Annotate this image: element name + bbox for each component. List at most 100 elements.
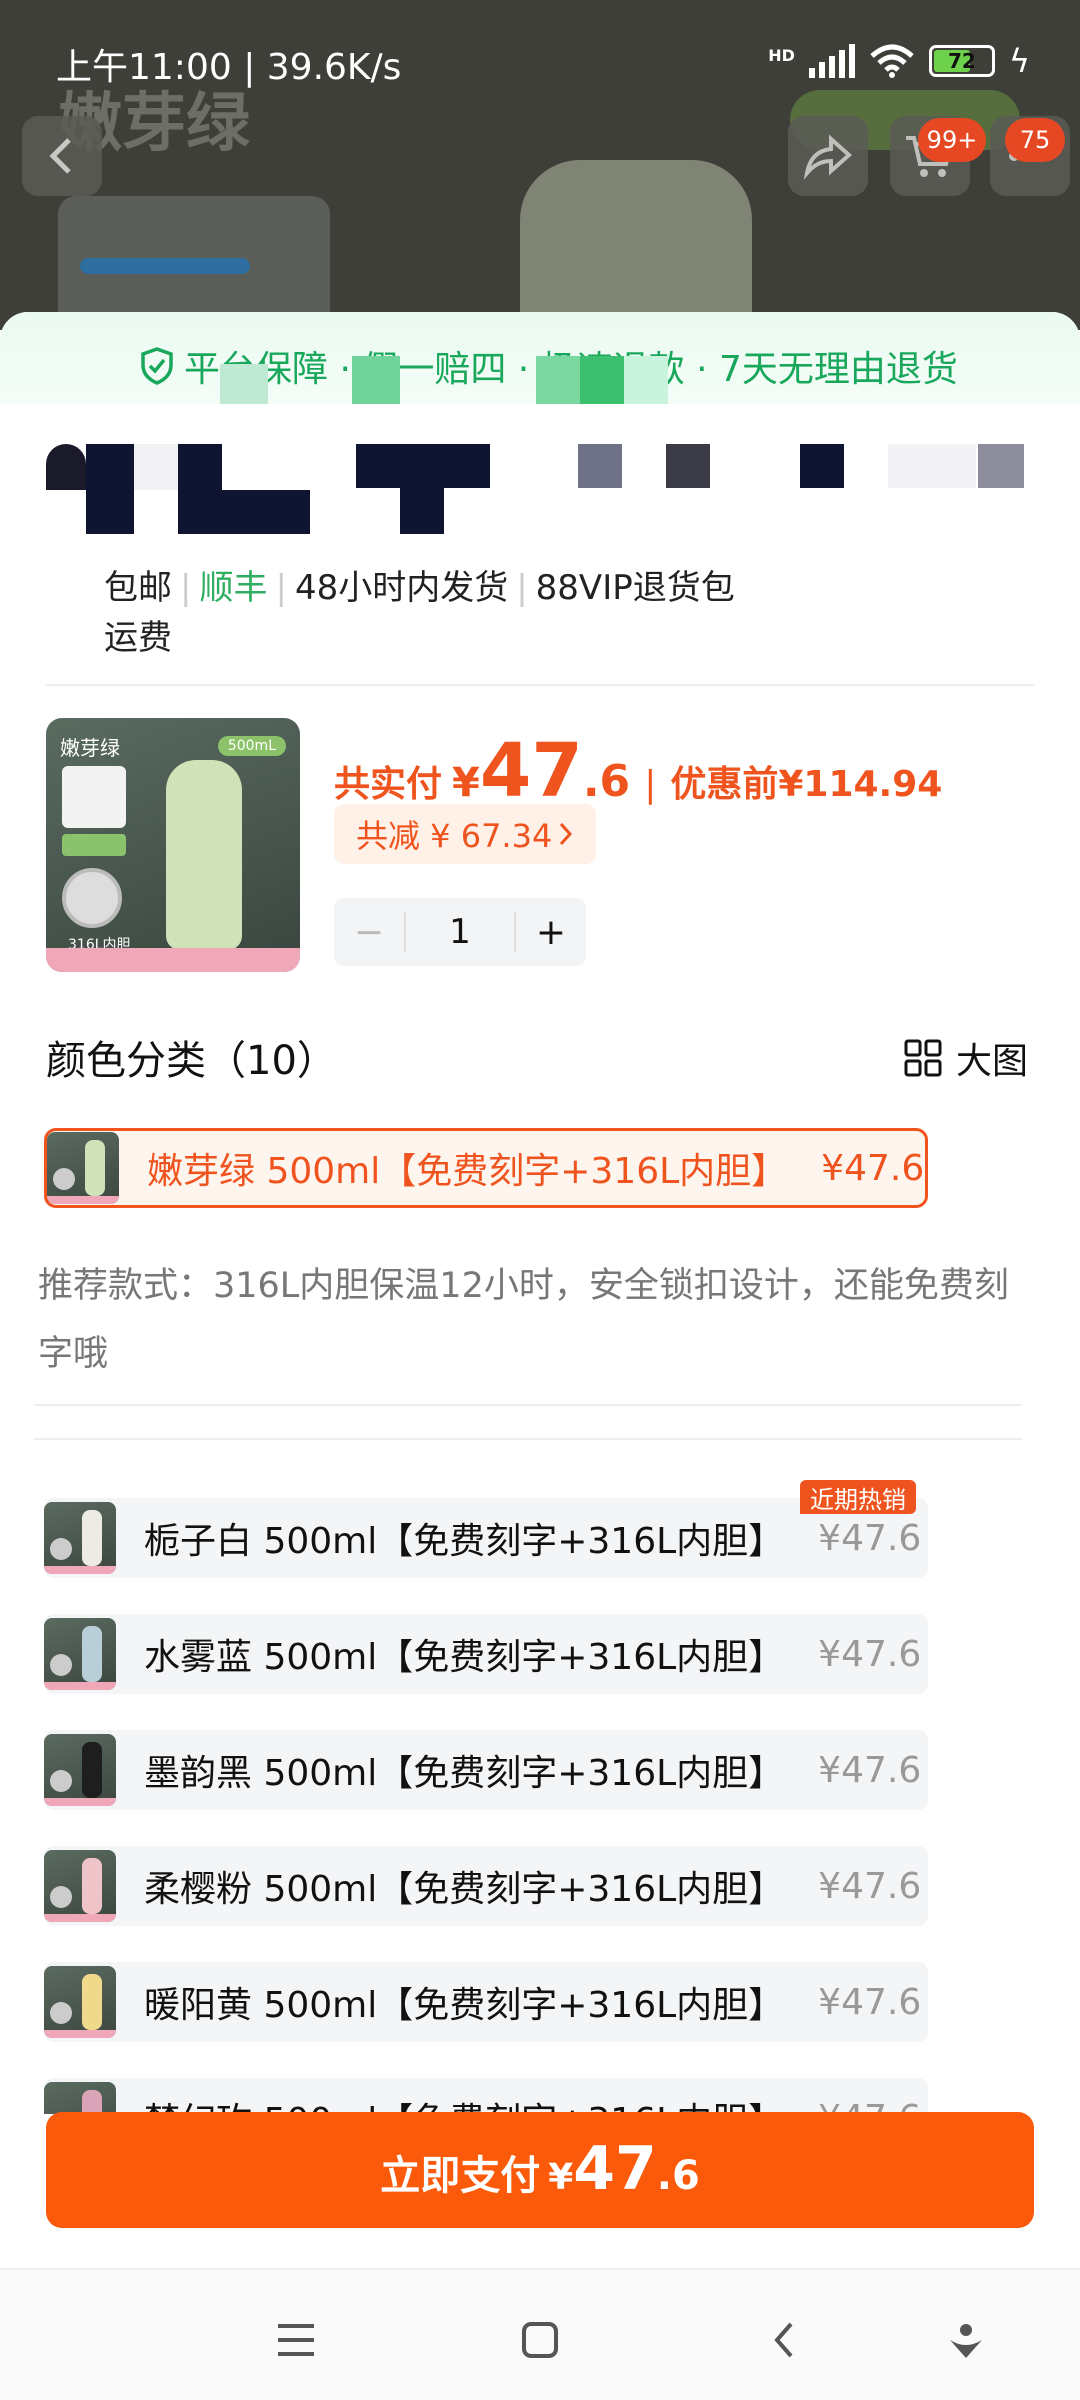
variant-thumbnail: [44, 1618, 116, 1690]
product-image[interactable]: 嫩芽绿 500mL 316L内胆: [46, 718, 300, 972]
sku-selector-sheet: 平台保障 · 假一赔四 · 极速退款 · 7天无理由退货: [0, 312, 1080, 2272]
vip-return-label-continued: 运费: [104, 618, 172, 658]
actual-pay-decimal: .6: [582, 756, 631, 807]
before-discount-label: 优惠前: [670, 764, 779, 805]
divider: [46, 684, 1034, 686]
assistant-button[interactable]: [938, 2314, 994, 2366]
color-category-title: 颜色分类（10）: [46, 1038, 337, 1084]
variant-name: 墨韵黑 500ml【免费刻字+316L内胆】: [144, 1753, 785, 1794]
variant-thumbnail: [44, 1966, 116, 2038]
variant-option[interactable]: 栀子白 500ml【免费刻字+316L内胆】 ¥47.6 近期热销: [44, 1480, 928, 1578]
product-image-accessory-label: [62, 834, 126, 856]
ship-48h-label: 48小时内发货: [294, 568, 509, 608]
product-image-bottle: [166, 760, 242, 950]
big-image-toggle[interactable]: 大图: [904, 1032, 1028, 1084]
variant-thumbnail: [44, 1850, 116, 1922]
wifi-icon: [870, 44, 914, 78]
price-separator: |: [644, 764, 657, 805]
selected-variant-option[interactable]: 嫩芽绿 500ml【免费刻字+316L内胆】 ¥47.6: [44, 1128, 928, 1208]
background-bottle-cap-image: [520, 160, 752, 330]
menu-icon: [278, 2324, 314, 2356]
divider: [34, 1438, 1022, 1440]
charging-icon: ϟ: [1008, 42, 1030, 80]
shield-check-icon: [141, 347, 173, 385]
free-shipping-label: 包邮: [104, 568, 172, 608]
chevron-left-icon: [49, 138, 71, 174]
variant-name: 梦幻玫 500ml【免费刻字+316L内胆】: [144, 2092, 784, 2114]
home-square-icon: [522, 2322, 558, 2358]
back-button[interactable]: [22, 116, 102, 196]
shunfeng-label: 顺丰: [199, 568, 268, 608]
variant-bottle: [82, 1858, 102, 1914]
share-button[interactable]: [788, 116, 868, 196]
big-image-label: 大图: [956, 1041, 1029, 1082]
pay-now-button[interactable]: 立即支付 ¥ 47 .6: [46, 2112, 1034, 2228]
variant-price: ¥47.6: [818, 1633, 922, 1675]
variant-option[interactable]: 墨韵黑 500ml【免费刻字+316L内胆】 ¥47.6: [44, 1730, 928, 1810]
variant-thumbnail: [44, 1502, 116, 1574]
currency-symbol: ¥: [452, 760, 480, 806]
actual-pay-integer: 47: [479, 728, 583, 814]
recent-apps-button[interactable]: [268, 2314, 324, 2366]
battery-icon: 72: [928, 45, 995, 77]
variant-name: 暖阳黄 500ml【免费刻字+316L内胆】: [144, 1985, 785, 2026]
home-button[interactable]: [512, 2314, 568, 2366]
discount-text: 共减 ¥ 67.34: [356, 817, 553, 855]
divider: [34, 1404, 1022, 1406]
shipping-info: 包邮 | 顺丰 | 48小时内发货 | 88VIP退货包: [104, 568, 735, 608]
product-image-accessory: [62, 766, 126, 828]
cart-count-badge: 99+: [918, 118, 986, 162]
variant-thumbnail: [47, 1132, 119, 1204]
variant-name: 栀子白 500ml【免费刻字+316L内胆】: [144, 1521, 785, 1562]
hd-label: HD: [768, 46, 795, 65]
status-time-speed: 上午11:00 | 39.6K/s: [56, 47, 402, 88]
variant-name: 柔樱粉 500ml【免费刻字+316L内胆】: [144, 1869, 785, 1910]
quantity-plus-button[interactable]: +: [516, 898, 586, 966]
status-icons: HD 72 ϟ: [768, 42, 1030, 80]
variant-price: ¥47.6: [818, 1749, 922, 1791]
battery-level: 72: [947, 49, 976, 73]
variant-bottle: [82, 1510, 102, 1566]
discount-detail-button[interactable]: 共减 ¥ 67.34: [334, 804, 597, 864]
quantity-value[interactable]: 1: [404, 912, 516, 952]
pay-now-label: 立即支付: [380, 2153, 541, 2199]
variant-bottle: [85, 1140, 105, 1196]
status-bar: 上午11:00 | 39.6K/s HD 72 ϟ: [0, 0, 1080, 120]
actual-pay-label: 共实付: [334, 764, 443, 805]
price-summary: 共实付 ¥ 47 .6 | 优惠前 ¥114.94: [334, 728, 942, 814]
vip-return-label: 88VIP退货包: [535, 568, 735, 608]
assistant-icon: [950, 2324, 982, 2358]
hot-sale-badge: 近期热销: [800, 1480, 916, 1514]
variant-bottle: [82, 1974, 102, 2030]
quantity-minus-button[interactable]: −: [334, 898, 404, 966]
variant-option[interactable]: 暖阳黄 500ml【免费刻字+316L内胆】 ¥47.6: [44, 1962, 928, 2042]
chevron-right-icon: [560, 822, 573, 846]
recommendation-text: 推荐款式：316L内胆保温12小时，安全锁扣设计，还能免费刻字哦: [38, 1266, 1009, 1374]
variant-thumbnail: [44, 1734, 116, 1806]
variant-price: ¥47.6: [821, 1147, 925, 1189]
message-count-badge: 75: [1005, 118, 1065, 162]
product-image-inner-liner: [62, 868, 122, 928]
background-brush-image: [80, 258, 250, 274]
variant-price: ¥47.6: [818, 1517, 922, 1559]
variant-list: 栀子白 500ml【免费刻字+316L内胆】 ¥47.6 近期热销 水雾蓝 50…: [44, 1476, 928, 2114]
system-navigation-bar: [0, 2268, 1080, 2400]
product-image-tag: 500mL: [217, 736, 286, 756]
variant-option[interactable]: 柔樱粉 500ml【免费刻字+316L内胆】 ¥47.6: [44, 1846, 928, 1926]
variant-price: ¥47.6: [818, 1865, 922, 1907]
variant-option[interactable]: 水雾蓝 500ml【免费刻字+316L内胆】 ¥47.6: [44, 1614, 928, 1694]
share-icon: [803, 134, 853, 179]
variant-bottle: [82, 1742, 102, 1798]
variant-bottle: [82, 2090, 102, 2114]
system-back-button[interactable]: [756, 2314, 812, 2366]
product-image-label: 嫩芽绿: [60, 736, 120, 760]
variant-bottle: [82, 1626, 102, 1682]
before-discount-value: ¥114.94: [778, 764, 943, 805]
screen: 嫩芽绿 上午11:00 | 39.6K/s HD 72 ϟ 99+ 75 · 假…: [0, 0, 1080, 2400]
variant-option[interactable]: 梦幻玫 500ml【免费刻字+316L内胆】 ¥47.6: [44, 2078, 928, 2114]
pay-currency: ¥: [548, 2157, 574, 2198]
variant-thumbnail: [44, 2082, 116, 2114]
variant-price: ¥47.6: [818, 1981, 922, 2023]
pay-amount-decimal: .6: [656, 2153, 700, 2199]
product-image-base: [46, 948, 300, 972]
